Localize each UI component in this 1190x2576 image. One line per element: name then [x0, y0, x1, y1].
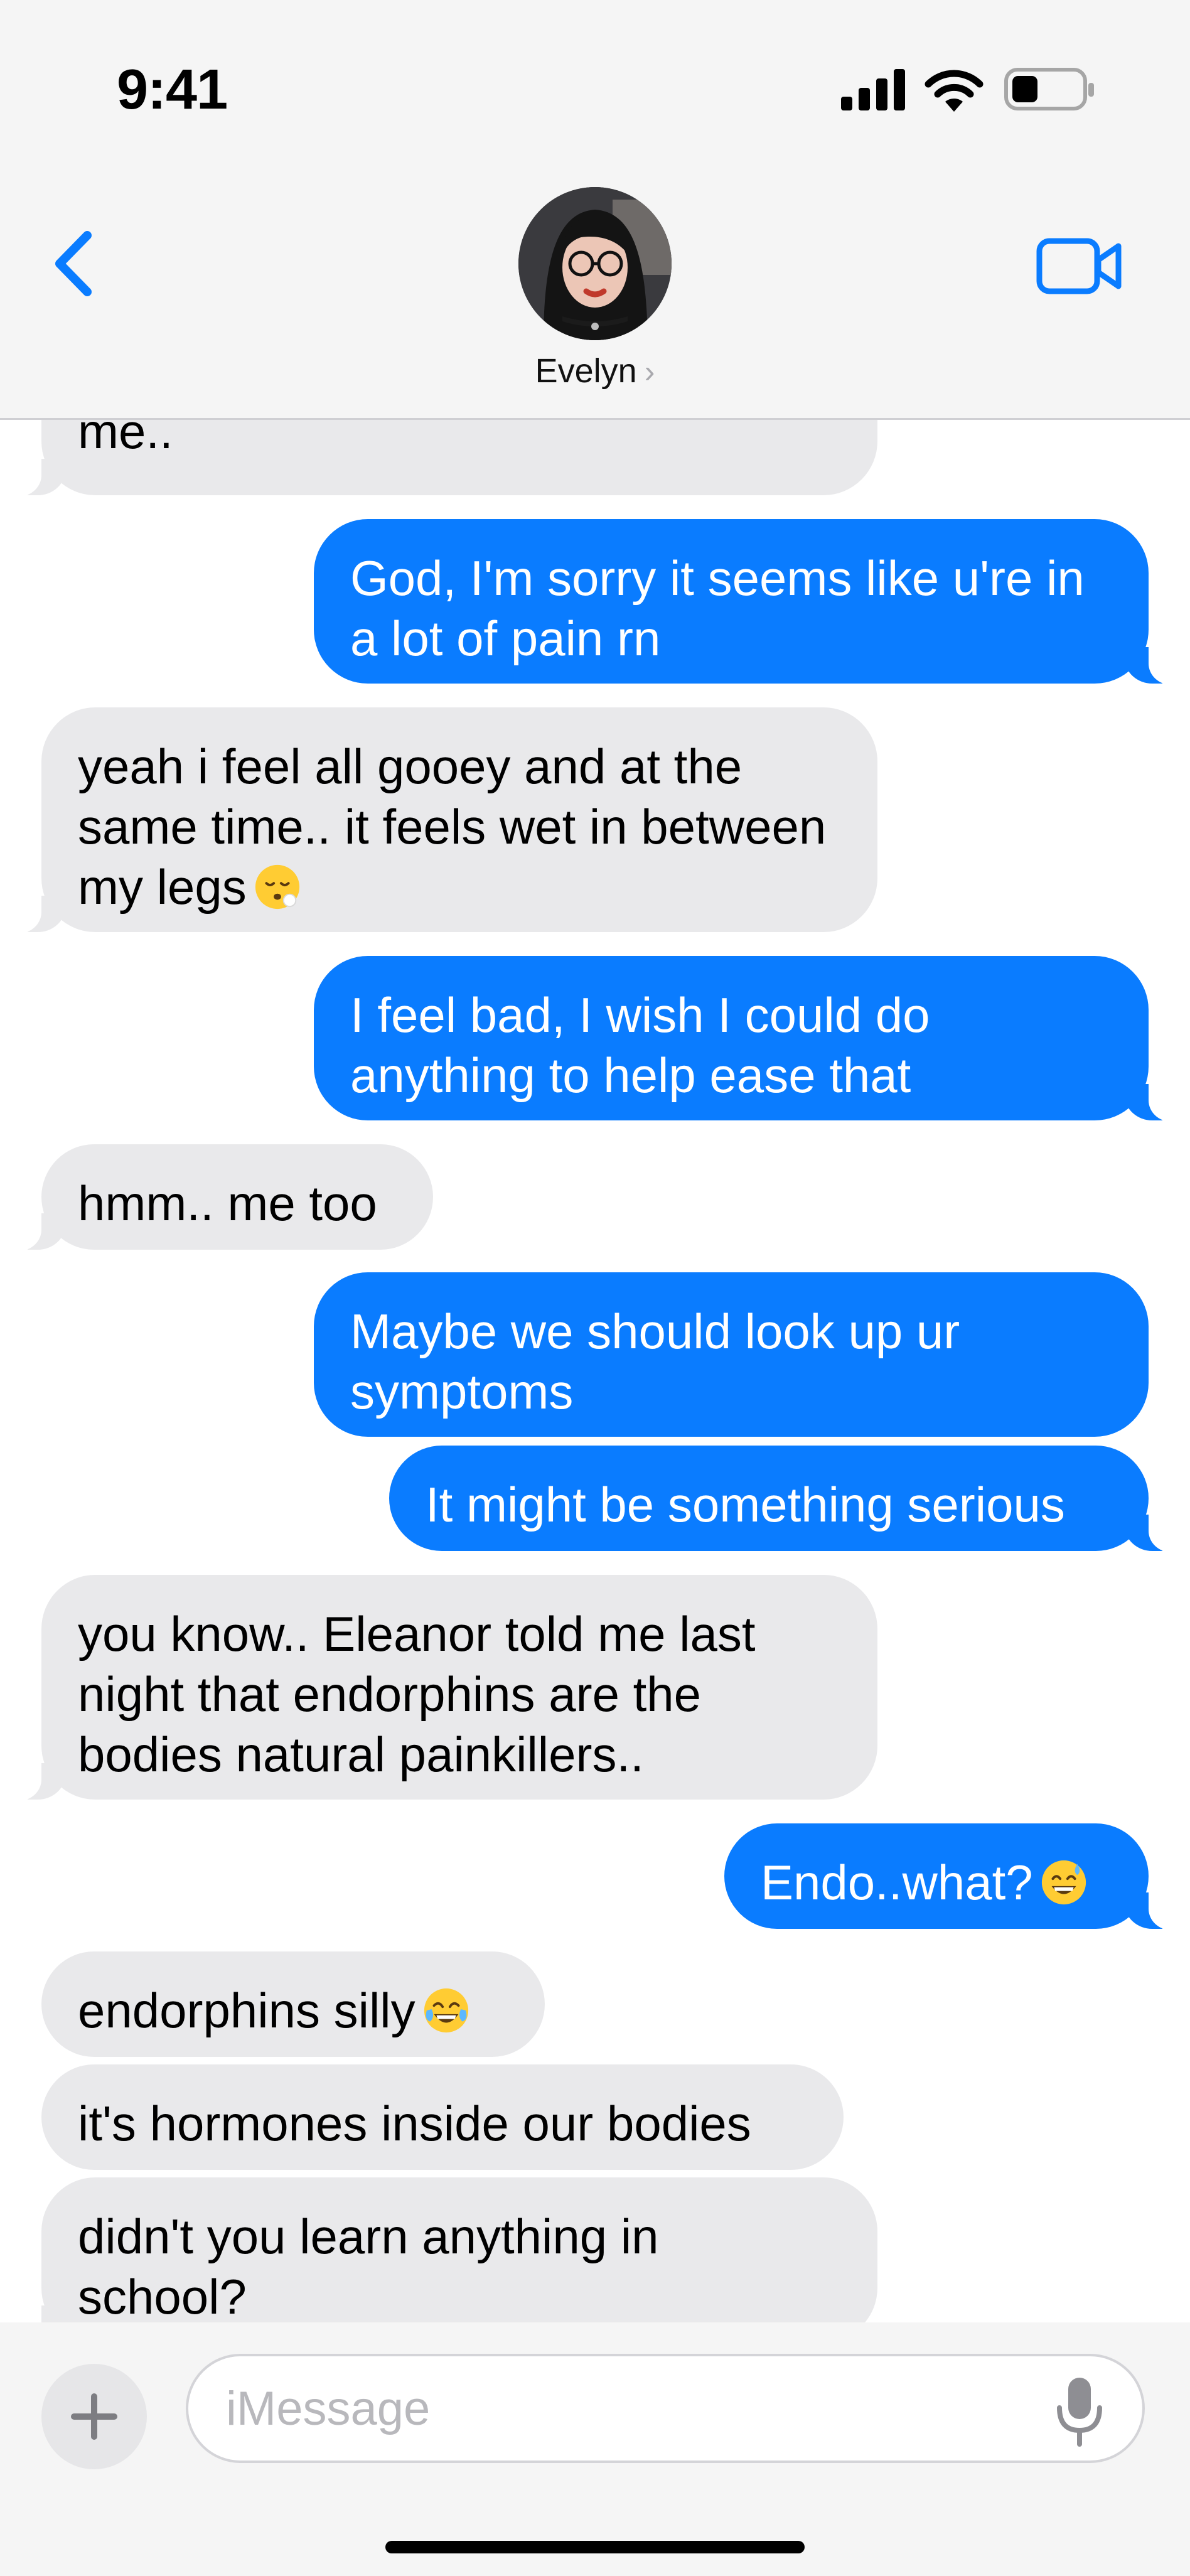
contact-avatar[interactable]: [518, 187, 672, 340]
apps-plus-button[interactable]: [41, 2364, 147, 2469]
outgoing-message[interactable]: God, I'm sorry it seems like u're in a l…: [314, 519, 1175, 685]
plus-icon: [71, 2393, 117, 2440]
cellular-signal-icon: [841, 69, 905, 110]
home-indicator[interactable]: [385, 2541, 805, 2553]
back-button[interactable]: [44, 226, 100, 301]
conversation-header: 9:41 Evelyn ›: [0, 0, 1190, 420]
imessage-input[interactable]: [186, 2354, 1145, 2463]
message-text: didn't you learn anything in school?: [78, 2209, 659, 2322]
message-text: it's hormones inside our bodies: [78, 2096, 751, 2151]
incoming-message[interactable]: didn't you learn anything in school?: [15, 2177, 877, 2322]
facetime-video-button[interactable]: [1036, 236, 1123, 296]
message-text: Endo..what?: [761, 1855, 1033, 1910]
message-composer: [0, 2322, 1190, 2576]
grinning-sweat-emoji-icon: [1041, 1860, 1086, 1905]
contact-name-link[interactable]: Evelyn ›: [0, 352, 1190, 390]
incoming-message[interactable]: it's hormones inside our bodies: [41, 2064, 844, 2170]
incoming-message[interactable]: hmm.. me too: [15, 1144, 433, 1251]
face-exhaling-emoji-icon: [255, 864, 299, 910]
message-text: God, I'm sorry it seems like u're in a l…: [350, 550, 1085, 666]
message-text: yeah i feel all gooey and at the same ti…: [78, 739, 827, 915]
dictation-button[interactable]: [1049, 2374, 1110, 2449]
message-text: you know.. Eleanor told me last night th…: [78, 1606, 756, 1782]
avatar-photo: [518, 187, 672, 340]
incoming-message[interactable]: you know.. Eleanor told me last night th…: [15, 1575, 877, 1801]
outgoing-message[interactable]: I feel bad, I wish I could do anything t…: [314, 956, 1175, 1122]
video-camera-icon: [1036, 238, 1122, 294]
incoming-message[interactable]: me..: [15, 420, 877, 496]
outgoing-message[interactable]: Endo..what?: [724, 1823, 1175, 1930]
message-text: Maybe we should look up ur symptoms: [350, 1304, 960, 1419]
message-text: hmm.. me too: [78, 1176, 377, 1231]
message-text: It might be something serious: [426, 1477, 1065, 1532]
incoming-message[interactable]: yeah i feel all gooey and at the same ti…: [15, 707, 877, 933]
message-text: I feel bad, I wish I could do anything t…: [350, 987, 930, 1103]
incoming-message[interactable]: endorphins silly: [41, 1951, 545, 2057]
message-text: endorphins silly: [78, 1983, 415, 2038]
outgoing-message[interactable]: It might be something serious: [389, 1446, 1175, 1552]
battery-icon: [1004, 68, 1094, 110]
message-text: me..: [78, 420, 173, 459]
outgoing-message[interactable]: Maybe we should look up ur symptoms: [314, 1272, 1149, 1437]
contact-name: Evelyn: [535, 352, 637, 390]
wifi-icon: [925, 70, 984, 112]
messages-screen: 9:41 Evelyn › me.. God, I'm sorry it see…: [0, 0, 1190, 2576]
status-time: 9:41: [117, 58, 228, 121]
tears-of-joy-emoji-icon: [424, 1988, 468, 2033]
microphone-icon: [1057, 2378, 1102, 2447]
chevron-right-icon: ›: [644, 354, 655, 389]
message-thread: me.. God, I'm sorry it seems like u're i…: [0, 420, 1190, 2322]
chevron-left-icon: [55, 231, 92, 296]
